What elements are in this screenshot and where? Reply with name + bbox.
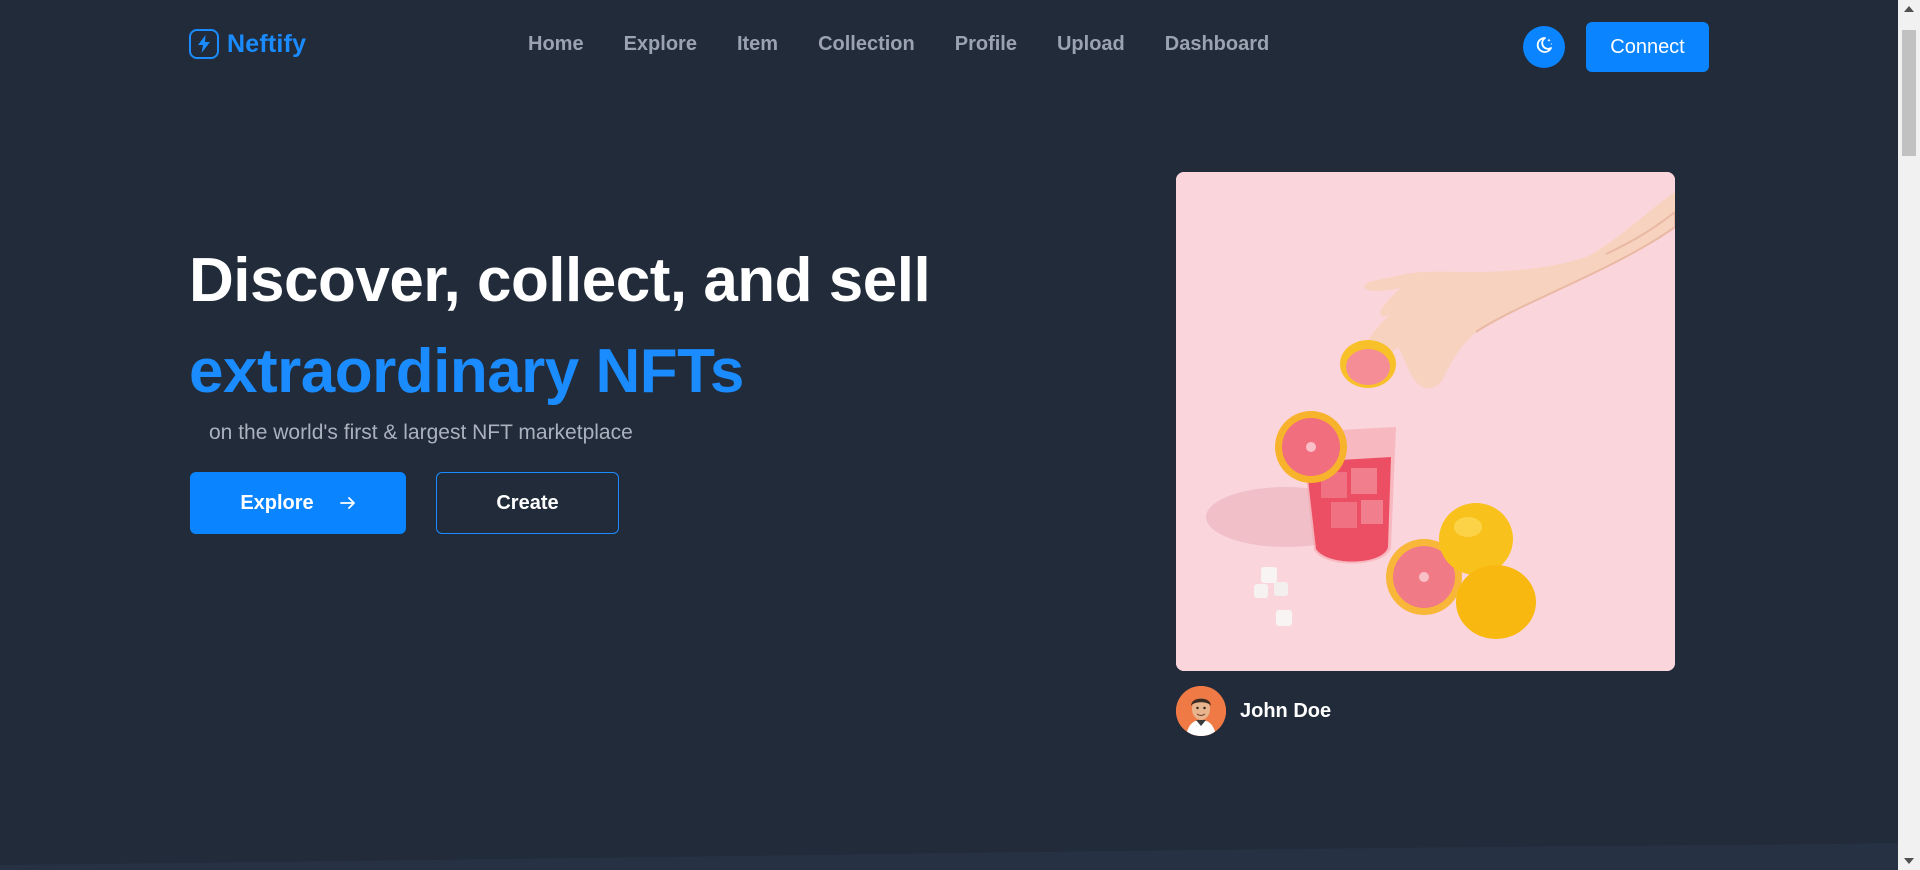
brand-name: Neftify xyxy=(227,29,307,58)
bottom-wave-divider xyxy=(0,843,1898,870)
page: Neftify Home Explore Item Collection Pro… xyxy=(0,0,1920,870)
nav-explore[interactable]: Explore xyxy=(624,33,697,56)
hero-title: Discover, collect, and sell xyxy=(189,246,931,315)
vertical-scrollbar[interactable] xyxy=(1898,0,1920,870)
lightning-bolt-icon xyxy=(189,29,219,59)
hero-subtitle: on the world's first & largest NFT marke… xyxy=(209,421,633,444)
nav-home[interactable]: Home xyxy=(528,33,584,56)
theme-toggle-button[interactable] xyxy=(1523,26,1565,68)
brand-logo-link[interactable]: Neftify xyxy=(189,29,306,59)
navbar: Neftify Home Explore Item Collection Pro… xyxy=(0,0,1898,94)
connect-wallet-button[interactable]: Connect xyxy=(1586,22,1709,72)
scroll-up-arrow-icon[interactable] xyxy=(1898,0,1920,18)
nav-item[interactable]: Item xyxy=(737,33,778,56)
scroll-down-arrow-icon[interactable] xyxy=(1898,852,1920,870)
nav-profile[interactable]: Profile xyxy=(955,33,1017,56)
main-nav: Home Explore Item Collection Profile Upl… xyxy=(528,33,1309,56)
create-button[interactable]: Create xyxy=(436,472,619,534)
scrollbar-thumb[interactable] xyxy=(1902,30,1916,156)
explore-button-label: Explore xyxy=(240,491,314,514)
moon-stars-icon xyxy=(1534,35,1554,60)
creator[interactable]: John Doe xyxy=(1176,686,1331,736)
nav-upload[interactable]: Upload xyxy=(1057,33,1125,56)
featured-nft-image[interactable] xyxy=(1176,172,1675,671)
explore-button[interactable]: Explore xyxy=(190,472,406,534)
arrow-right-icon xyxy=(339,496,356,510)
hero-title-accent: extraordinary NFTs xyxy=(189,337,744,406)
nav-collection[interactable]: Collection xyxy=(818,33,915,56)
nav-dashboard[interactable]: Dashboard xyxy=(1165,33,1269,56)
avatar xyxy=(1176,686,1226,736)
nft-artwork xyxy=(1176,172,1675,671)
creator-name: John Doe xyxy=(1240,699,1332,722)
